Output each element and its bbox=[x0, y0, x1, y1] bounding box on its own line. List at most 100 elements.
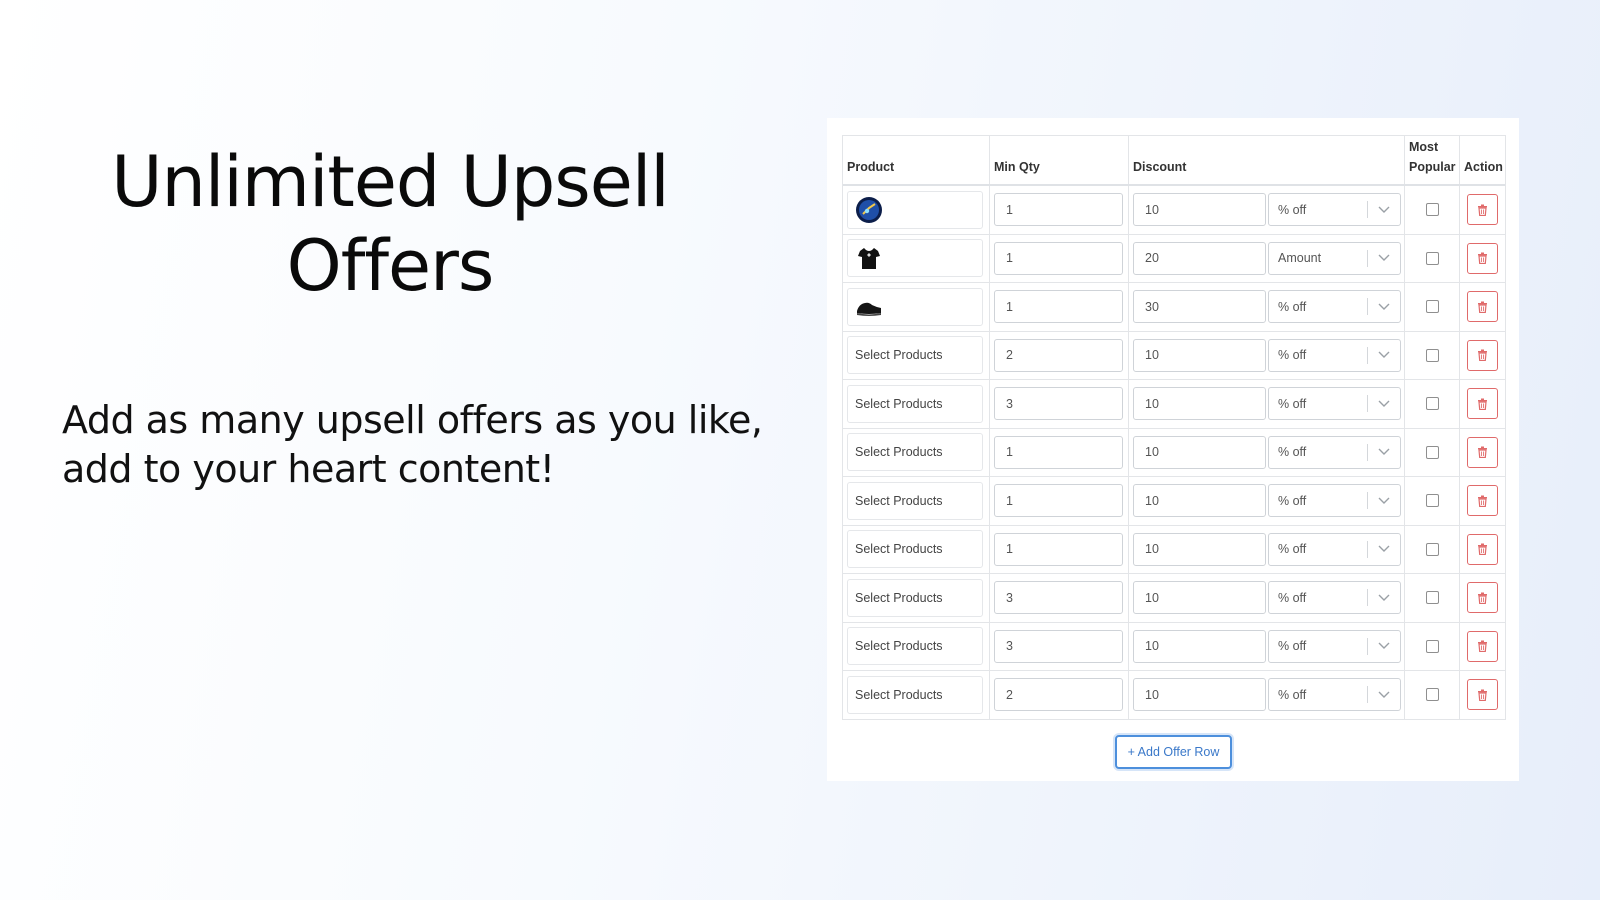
most-popular-checkbox[interactable] bbox=[1425, 542, 1439, 556]
hero-subtitle: Add as many upsell offers as you like, a… bbox=[62, 398, 763, 491]
trash-icon bbox=[1477, 398, 1488, 410]
discount-type-select[interactable]: % off bbox=[1268, 484, 1401, 518]
discount-value-input[interactable]: 10 bbox=[1133, 581, 1266, 615]
discount-type-select[interactable]: % off bbox=[1268, 435, 1401, 469]
product-picker[interactable]: Select Products bbox=[847, 481, 983, 520]
product-picker[interactable]: Select Products bbox=[847, 384, 983, 423]
delete-row-button[interactable] bbox=[1467, 533, 1498, 565]
delete-row-button[interactable] bbox=[1467, 339, 1498, 371]
offers-panel: Product Min Qty Discount Most Popular Ac… bbox=[827, 118, 1519, 781]
discount-value-input[interactable]: 10 bbox=[1133, 629, 1266, 663]
shoe-product-image bbox=[855, 293, 883, 321]
min-qty-input[interactable]: 1 bbox=[994, 532, 1123, 566]
min-qty-input[interactable]: 2 bbox=[994, 678, 1123, 712]
product-cell: Select Products bbox=[843, 428, 990, 476]
discount-type-select[interactable]: % off bbox=[1268, 387, 1401, 421]
header-min-qty: Min Qty bbox=[990, 136, 1129, 184]
delete-row-button[interactable] bbox=[1467, 582, 1498, 614]
min-qty-input[interactable]: 2 bbox=[994, 338, 1123, 372]
discount-value-input[interactable]: 20 bbox=[1133, 241, 1266, 275]
trash-icon bbox=[1477, 252, 1488, 265]
product-picker[interactable]: Select Products bbox=[847, 675, 983, 714]
product-picker[interactable] bbox=[847, 287, 983, 326]
most-popular-checkbox[interactable] bbox=[1425, 251, 1439, 265]
most-popular-checkbox[interactable] bbox=[1425, 445, 1439, 459]
delete-row-button[interactable] bbox=[1467, 630, 1498, 662]
discount-type-select[interactable]: % off bbox=[1268, 193, 1401, 227]
discount-type-label: % off bbox=[1278, 299, 1307, 314]
discount-cell: 10 % off bbox=[1129, 380, 1405, 428]
product-picker[interactable]: Select Products bbox=[847, 336, 983, 375]
chevron-down-icon bbox=[1368, 254, 1400, 262]
discount-type-select[interactable]: % off bbox=[1268, 678, 1401, 712]
discount-type-label: % off bbox=[1278, 590, 1307, 605]
most-popular-cell bbox=[1405, 283, 1460, 331]
discount-cell: 10 % off bbox=[1129, 525, 1405, 573]
discount-group: 10 % off bbox=[1133, 193, 1401, 227]
min-qty-input[interactable]: 3 bbox=[994, 387, 1123, 421]
discount-type-label: % off bbox=[1278, 639, 1307, 654]
most-popular-checkbox[interactable] bbox=[1425, 639, 1439, 653]
discount-type-select[interactable]: % off bbox=[1268, 338, 1401, 372]
min-qty-input[interactable]: 1 bbox=[994, 484, 1123, 518]
product-cell bbox=[843, 283, 990, 331]
discount-value-input[interactable]: 10 bbox=[1133, 678, 1266, 712]
discount-type-select[interactable]: % off bbox=[1268, 629, 1401, 663]
discount-value-input[interactable]: 10 bbox=[1133, 387, 1266, 421]
discount-value-input[interactable]: 10 bbox=[1133, 484, 1266, 518]
most-popular-checkbox[interactable] bbox=[1425, 494, 1439, 508]
delete-row-button[interactable] bbox=[1467, 291, 1498, 323]
min-qty-input[interactable]: 1 bbox=[994, 435, 1123, 469]
most-popular-cell bbox=[1405, 380, 1460, 428]
delete-row-button[interactable] bbox=[1467, 679, 1498, 711]
discount-value-input[interactable]: 10 bbox=[1133, 532, 1266, 566]
min-qty-input[interactable]: 3 bbox=[994, 581, 1123, 615]
discount-type-select[interactable]: Amount bbox=[1268, 241, 1401, 275]
action-cell bbox=[1460, 186, 1505, 234]
product-picker[interactable] bbox=[847, 239, 983, 278]
discount-type-select[interactable]: % off bbox=[1268, 581, 1401, 615]
min-qty-input[interactable]: 1 bbox=[994, 193, 1123, 227]
product-picker[interactable]: Select Products bbox=[847, 530, 983, 569]
chevron-down-icon bbox=[1368, 691, 1400, 699]
product-picker[interactable]: Select Products bbox=[847, 578, 983, 617]
delete-row-button[interactable] bbox=[1467, 242, 1498, 274]
action-cell bbox=[1460, 623, 1505, 671]
most-popular-checkbox[interactable] bbox=[1425, 591, 1439, 605]
delete-row-button[interactable] bbox=[1467, 194, 1498, 226]
discount-value-input[interactable]: 10 bbox=[1133, 338, 1266, 372]
delete-row-button[interactable] bbox=[1467, 388, 1498, 420]
product-cell: Select Products bbox=[843, 525, 990, 573]
min-qty-input[interactable]: 1 bbox=[994, 290, 1123, 324]
product-picker[interactable]: Select Products bbox=[847, 627, 983, 666]
action-cell bbox=[1460, 332, 1505, 380]
product-picker[interactable] bbox=[847, 190, 983, 229]
min-qty-input[interactable]: 1 bbox=[994, 241, 1123, 275]
most-popular-checkbox[interactable] bbox=[1425, 203, 1439, 217]
discount-type-label: % off bbox=[1278, 542, 1307, 557]
discount-value-input[interactable]: 10 bbox=[1133, 435, 1266, 469]
product-picker[interactable]: Select Products bbox=[847, 433, 983, 472]
most-popular-checkbox[interactable] bbox=[1425, 688, 1439, 702]
most-popular-checkbox[interactable] bbox=[1425, 348, 1439, 362]
trash-icon bbox=[1477, 689, 1488, 701]
table-row: Select Products 3 10 % off bbox=[843, 380, 1505, 429]
min-qty-cell: 3 bbox=[990, 574, 1129, 622]
discount-value-input[interactable]: 10 bbox=[1133, 193, 1266, 227]
delete-row-button[interactable] bbox=[1467, 485, 1498, 517]
discount-type-select[interactable]: % off bbox=[1268, 290, 1401, 324]
min-qty-input[interactable]: 3 bbox=[994, 629, 1123, 663]
discount-type-select[interactable]: % off bbox=[1268, 532, 1401, 566]
most-popular-checkbox[interactable] bbox=[1425, 300, 1439, 314]
discount-group: 30 % off bbox=[1133, 290, 1401, 324]
discount-value-input[interactable]: 30 bbox=[1133, 290, 1266, 324]
discount-group: 10 % off bbox=[1133, 338, 1401, 372]
trash-icon bbox=[1477, 446, 1488, 459]
most-popular-cell bbox=[1405, 574, 1460, 622]
delete-row-button[interactable] bbox=[1467, 436, 1498, 468]
add-offer-row-button[interactable]: + Add Offer Row bbox=[1115, 735, 1232, 769]
most-popular-checkbox[interactable] bbox=[1425, 397, 1439, 411]
discount-group: 10 % off bbox=[1133, 629, 1401, 663]
table-row: Select Products 1 10 % off bbox=[843, 477, 1505, 526]
action-cell bbox=[1460, 526, 1505, 574]
